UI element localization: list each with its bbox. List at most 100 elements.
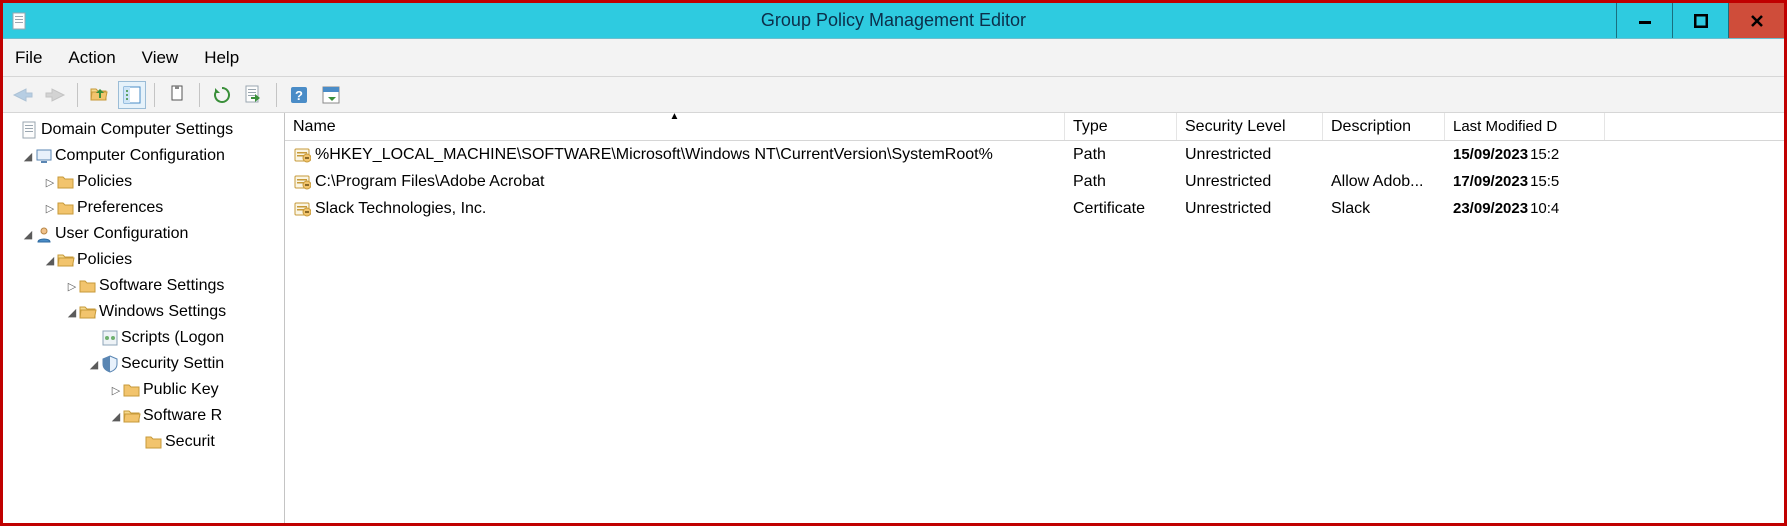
rule-name: Slack Technologies, Inc. — [315, 200, 486, 218]
menubar: File Action View Help — [3, 39, 1784, 77]
tree-computer-config[interactable]: ◢ Computer Configuration — [3, 143, 284, 169]
tree-label: Securit — [165, 433, 215, 451]
rule-modified: 15/09/202315:2 — [1445, 146, 1605, 163]
tree-root[interactable]: Domain Computer Settings — [3, 117, 284, 143]
refresh-button[interactable] — [208, 81, 236, 109]
tree-user-config[interactable]: ◢ User Configuration — [3, 221, 284, 247]
tree-public-key[interactable]: ▷ Public Key — [3, 377, 284, 403]
computer-icon — [35, 147, 53, 165]
export-icon — [244, 85, 264, 105]
details-body[interactable]: %HKEY_LOCAL_MACHINE\SOFTWARE\Microsoft\W… — [285, 141, 1784, 222]
expand-icon[interactable]: ◢ — [21, 228, 35, 241]
rule-description: Allow Adob... — [1323, 173, 1445, 191]
tree-icon — [122, 85, 142, 105]
tree-label: Public Key — [143, 381, 219, 399]
copy-button[interactable] — [163, 81, 191, 109]
rule-name: %HKEY_LOCAL_MACHINE\SOFTWARE\Microsoft\W… — [315, 146, 993, 164]
tree-user-policies[interactable]: ◢ Policies — [3, 247, 284, 273]
collapse-icon[interactable]: ▷ — [65, 280, 79, 293]
collapse-icon[interactable]: ▷ — [43, 202, 57, 215]
window-controls — [1616, 3, 1784, 38]
tree-windows-settings[interactable]: ◢ Windows Settings — [3, 299, 284, 325]
expand-icon[interactable]: ◢ — [87, 358, 101, 371]
rule-icon — [293, 200, 311, 218]
menu-view[interactable]: View — [138, 46, 183, 70]
list-row[interactable]: C:\Program Files\Adobe Acrobat Path Unre… — [285, 168, 1784, 195]
menu-file[interactable]: File — [11, 46, 46, 70]
rule-type: Certificate — [1065, 200, 1177, 218]
tree-security-levels[interactable]: Securit — [3, 429, 284, 455]
maximize-icon — [1694, 14, 1708, 28]
tree-label: Security Settin — [121, 355, 224, 373]
up-icon — [90, 85, 110, 105]
tree-comp-prefs[interactable]: ▷ Preferences — [3, 195, 284, 221]
expand-icon[interactable]: ◢ — [21, 150, 35, 163]
forward-icon — [44, 86, 66, 104]
tree-security-settings[interactable]: ◢ Security Settin — [3, 351, 284, 377]
minimize-icon — [1638, 14, 1652, 28]
expand-icon[interactable]: ◢ — [109, 410, 123, 423]
column-security[interactable]: Security Level — [1177, 113, 1323, 140]
rule-modified: 17/09/202315:5 — [1445, 173, 1605, 190]
user-icon — [35, 225, 53, 243]
rule-security: Unrestricted — [1177, 146, 1323, 164]
maximize-button[interactable] — [1672, 3, 1728, 38]
toolbar-separator — [199, 83, 200, 107]
collapse-icon[interactable]: ▷ — [109, 384, 123, 397]
tree-software-settings[interactable]: ▷ Software Settings — [3, 273, 284, 299]
tree-label: Computer Configuration — [55, 147, 225, 165]
settings-button[interactable] — [317, 81, 345, 109]
folder-icon — [145, 433, 163, 451]
column-label: Security Level — [1185, 118, 1286, 136]
column-label: Name — [293, 118, 336, 136]
folder-icon — [57, 173, 75, 191]
details-pane: Name ▲ Type Security Level Description L… — [285, 113, 1784, 523]
column-name[interactable]: Name ▲ — [285, 113, 1065, 140]
tree-label: Windows Settings — [99, 303, 226, 321]
rule-modified: 23/09/202310:4 — [1445, 200, 1605, 217]
content-pane: Domain Computer Settings ◢ Computer Conf… — [3, 113, 1784, 523]
help-icon: ? — [289, 85, 309, 105]
help-button[interactable]: ? — [285, 81, 313, 109]
close-icon — [1750, 14, 1764, 28]
titlebar[interactable]: Group Policy Management Editor — [3, 3, 1784, 39]
rule-icon — [293, 146, 311, 164]
column-description[interactable]: Description — [1323, 113, 1445, 140]
collapse-icon[interactable]: ▷ — [43, 176, 57, 189]
tree-comp-policies[interactable]: ▷ Policies — [3, 169, 284, 195]
tree-label: Preferences — [77, 199, 163, 217]
details-header: Name ▲ Type Security Level Description L… — [285, 113, 1784, 141]
expand-icon[interactable]: ◢ — [43, 254, 57, 267]
tree-pane[interactable]: Domain Computer Settings ◢ Computer Conf… — [3, 113, 285, 523]
copy-icon — [168, 85, 186, 105]
folder-icon — [79, 277, 97, 295]
list-row[interactable]: Slack Technologies, Inc. Certificate Unr… — [285, 195, 1784, 222]
close-button[interactable] — [1728, 3, 1784, 38]
rule-description: Slack — [1323, 200, 1445, 218]
forward-button[interactable] — [41, 81, 69, 109]
back-button[interactable] — [9, 81, 37, 109]
minimize-button[interactable] — [1616, 3, 1672, 38]
expand-icon[interactable]: ◢ — [65, 306, 79, 319]
back-icon — [12, 86, 34, 104]
tree-software-restriction[interactable]: ◢ Software R — [3, 403, 284, 429]
window-title: Group Policy Management Editor — [3, 10, 1784, 31]
tree-label: Software R — [143, 407, 222, 425]
menu-help[interactable]: Help — [200, 46, 243, 70]
menu-action[interactable]: Action — [64, 46, 119, 70]
up-button[interactable] — [86, 81, 114, 109]
column-label: Type — [1073, 118, 1108, 136]
column-type[interactable]: Type — [1065, 113, 1177, 140]
column-modified[interactable]: Last Modified D — [1445, 113, 1605, 140]
tree-label: Policies — [77, 173, 132, 191]
toolbar: ? — [3, 77, 1784, 113]
tree-label: Domain Computer Settings — [41, 121, 233, 139]
toolbar-separator — [154, 83, 155, 107]
export-button[interactable] — [240, 81, 268, 109]
settings-icon — [321, 85, 341, 105]
show-hide-tree-button[interactable] — [118, 81, 146, 109]
list-row[interactable]: %HKEY_LOCAL_MACHINE\SOFTWARE\Microsoft\W… — [285, 141, 1784, 168]
toolbar-separator — [276, 83, 277, 107]
tree-scripts[interactable]: Scripts (Logon — [3, 325, 284, 351]
rule-type: Path — [1065, 173, 1177, 191]
